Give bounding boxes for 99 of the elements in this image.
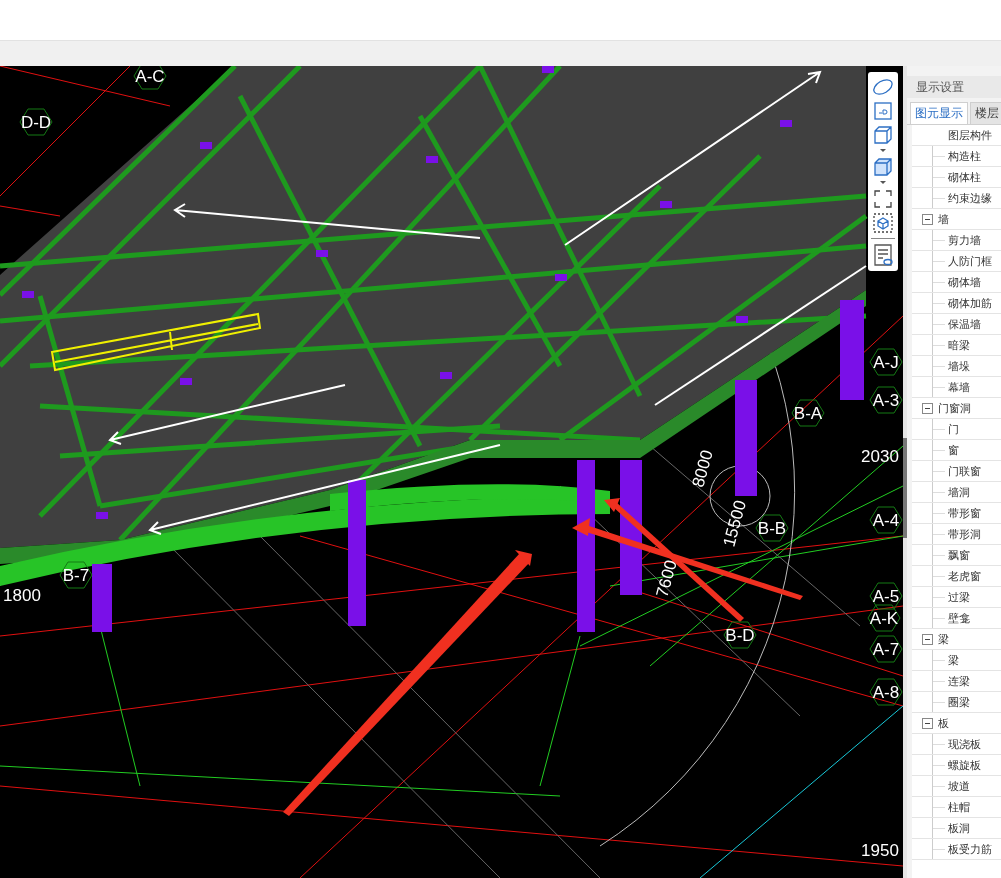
tree-group-label[interactable]: 门窗洞 xyxy=(933,400,971,416)
tree-item[interactable]: 现浇板 xyxy=(912,736,981,752)
axis-label: B-B xyxy=(757,519,787,538)
tree-item[interactable]: 幕墙 xyxy=(912,379,970,395)
tree-connector-line xyxy=(932,839,947,859)
dimension-label: 1800 xyxy=(3,586,41,605)
tree-connector-line xyxy=(932,146,947,166)
axis-label: A-J xyxy=(873,353,899,372)
dimension-label: 15500 xyxy=(719,498,750,549)
tree-item[interactable]: 保温墙 xyxy=(912,316,981,332)
tree-connector-line xyxy=(932,797,947,817)
tree-connector-line xyxy=(932,503,947,523)
tree-item[interactable]: 柱帽 xyxy=(912,799,970,815)
tree-connector-line xyxy=(932,524,947,544)
tree-connector-line xyxy=(932,188,947,208)
tree-connector-line xyxy=(932,440,947,460)
tree-item[interactable]: 人防门框 xyxy=(912,253,992,269)
tree-item[interactable]: 墙洞 xyxy=(912,484,970,500)
collapse-icon[interactable] xyxy=(922,213,933,225)
axis-label: A-8 xyxy=(872,683,900,702)
tree-connector-line xyxy=(932,419,947,439)
tree-item[interactable]: 板洞 xyxy=(912,820,970,836)
tree-connector-line xyxy=(932,230,947,250)
axis-label: B-A xyxy=(793,404,823,423)
axis-label: A-K xyxy=(869,609,899,628)
tree-connector-line xyxy=(932,272,947,292)
panel-tab[interactable]: 楼层 xyxy=(970,102,1001,124)
tree-item[interactable]: 老虎窗 xyxy=(912,568,981,584)
tree-connector-line xyxy=(932,335,947,355)
panel-title: 显示设置 xyxy=(907,76,1001,98)
tree-item[interactable]: 板受力筋 xyxy=(912,841,992,857)
tree-header: 图层构件 xyxy=(947,127,992,143)
axis-label: B-7 xyxy=(62,566,90,585)
view-2d-icon xyxy=(872,100,894,122)
dimension-label: 1950 xyxy=(861,841,899,860)
scrollbar[interactable] xyxy=(903,66,907,878)
axis-label: B-D xyxy=(725,626,755,645)
tree-item[interactable]: 窗 xyxy=(912,442,959,458)
axis-label: A-3 xyxy=(872,391,900,410)
tree-item[interactable]: 砌体柱 xyxy=(912,169,981,185)
collapse-icon[interactable] xyxy=(922,633,933,645)
tree-item[interactable]: 构造柱 xyxy=(912,148,981,164)
tree-group-label[interactable]: 墙 xyxy=(933,211,949,227)
tree-connector-line xyxy=(932,608,947,628)
tree-item[interactable]: 墙垛 xyxy=(912,358,970,374)
tree-item[interactable]: 暗梁 xyxy=(912,337,970,353)
tree-connector-line xyxy=(932,650,947,670)
tree-group-label[interactable]: 梁 xyxy=(933,631,949,647)
tree-connector-line xyxy=(932,671,947,691)
tree-connector-line xyxy=(932,566,947,586)
panel-tab[interactable]: 图元显示 xyxy=(910,102,968,124)
tree-item[interactable]: 过梁 xyxy=(912,589,970,605)
cube-icon xyxy=(872,124,894,154)
collapse-icon[interactable] xyxy=(922,717,933,729)
tree-item[interactable]: 门 xyxy=(912,421,959,437)
tree-item[interactable]: 门联窗 xyxy=(912,463,981,479)
tree-item[interactable]: 螺旋板 xyxy=(912,757,981,773)
tree-connector-line xyxy=(932,776,947,796)
tree-item[interactable]: 圈梁 xyxy=(912,694,970,710)
tree-connector-line xyxy=(932,734,947,754)
axis-label: A-4 xyxy=(872,511,900,530)
tree-item[interactable]: 梁 xyxy=(912,652,959,668)
axis-label: A-5 xyxy=(872,587,900,606)
tree-group-label[interactable]: 板 xyxy=(933,715,949,731)
tree-connector-line xyxy=(932,167,947,187)
tree-item[interactable]: 带形窗 xyxy=(912,505,981,521)
tree-connector-line xyxy=(932,251,947,271)
frame-corners-icon xyxy=(872,188,894,210)
dimension-label: 7600 xyxy=(652,557,681,600)
tree-item[interactable]: 带形洞 xyxy=(912,526,981,542)
tree-item[interactable]: 连梁 xyxy=(912,673,970,689)
tree-connector-line xyxy=(932,818,947,838)
tree-connector-line xyxy=(932,293,947,313)
orbit-icon xyxy=(871,76,895,98)
cube-icon xyxy=(872,156,894,186)
tree-item[interactable]: 坡道 xyxy=(912,778,970,794)
axis-label: D-D xyxy=(20,113,52,132)
dimension-label: 8000 xyxy=(688,447,717,490)
tree-connector-line xyxy=(932,314,947,334)
axis-label: A-C xyxy=(135,67,165,86)
tree-connector-line xyxy=(932,692,947,712)
tree-item[interactable]: 壁龛 xyxy=(912,610,970,626)
sheet-eye-icon xyxy=(872,243,894,267)
collapse-icon[interactable] xyxy=(922,402,933,414)
box-select-icon xyxy=(872,212,894,234)
dimension-label: 2030 xyxy=(861,447,899,466)
tree-connector-line xyxy=(932,545,947,565)
tree-item[interactable]: 砌体加筋 xyxy=(912,295,992,311)
tree-connector-line xyxy=(932,587,947,607)
tree-connector-line xyxy=(932,755,947,775)
tree-connector-line xyxy=(932,461,947,481)
axis-label: A-7 xyxy=(872,640,900,659)
tree-item[interactable]: 剪力墙 xyxy=(912,232,981,248)
tree-item[interactable]: 砌体墙 xyxy=(912,274,981,290)
tree-item[interactable]: 飘窗 xyxy=(912,547,970,563)
tree-item[interactable]: 约束边缘 xyxy=(912,190,992,206)
tree-connector-line xyxy=(932,356,947,376)
tree-connector-line xyxy=(932,482,947,502)
tree-connector-line xyxy=(932,377,947,397)
